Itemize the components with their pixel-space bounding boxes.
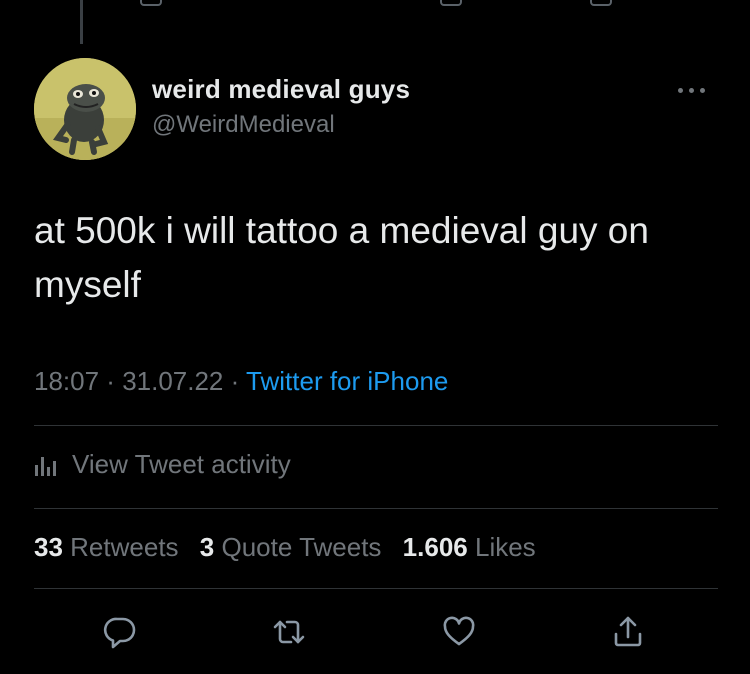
quote-tweets-label: Quote Tweets <box>221 532 382 562</box>
view-tweet-activity-button[interactable]: View Tweet activity <box>34 444 291 484</box>
share-button[interactable] <box>606 610 650 654</box>
tweet-text: at 500k i will tattoo a medieval guy on … <box>34 210 649 305</box>
share-icon <box>614 616 642 647</box>
meta-separator: · <box>99 366 123 396</box>
like-icon <box>443 616 475 646</box>
divider <box>34 508 718 509</box>
divider <box>34 588 718 589</box>
retweet-button[interactable] <box>267 610 311 654</box>
quote-tweets-stat[interactable]: 3 Quote Tweets <box>200 532 382 562</box>
tweet-meta: 18:07 · 31.07.22 · Twitter for iPhone <box>34 366 448 397</box>
likes-stat[interactable]: 1.606 Likes <box>403 532 536 562</box>
quote-tweets-count: 3 <box>199 532 215 562</box>
likes-label: Likes <box>474 532 536 562</box>
reply-icon <box>103 617 136 649</box>
profile-handle[interactable]: @WeirdMedieval <box>152 111 335 139</box>
dot-icon <box>700 88 705 93</box>
partial-like-icon <box>440 0 462 6</box>
medieval-frog-avatar-icon <box>34 58 136 160</box>
retweets-label: Retweets <box>70 532 179 562</box>
profile-name[interactable]: weird medieval guys <box>152 74 410 105</box>
partial-reply-icon <box>140 0 162 6</box>
more-options-button[interactable] <box>678 84 714 96</box>
analytics-icon <box>35 457 56 476</box>
dot-icon <box>678 88 683 93</box>
view-tweet-activity-label: View Tweet activity <box>72 448 291 479</box>
retweets-stat[interactable]: 33 Retweets <box>34 532 179 562</box>
avatar[interactable] <box>34 58 136 160</box>
tweet-actions-bar <box>0 610 750 654</box>
reply-button[interactable] <box>98 610 142 654</box>
divider <box>34 425 718 426</box>
dot-icon <box>689 88 694 93</box>
thread-connector-line <box>80 0 83 44</box>
previous-tweet-actions <box>0 0 750 6</box>
tweet-stats: 33 Retweets 3 Quote Tweets 1.606 Likes <box>34 532 550 563</box>
likes-count: 1.606 <box>402 532 468 562</box>
partial-share-icon <box>590 0 612 6</box>
tweet-date[interactable]: 31.07.22 <box>122 366 223 396</box>
retweet-icon <box>273 620 305 644</box>
like-button[interactable] <box>437 610 481 654</box>
tweet-source[interactable]: Twitter for iPhone <box>246 366 448 396</box>
retweets-count: 33 <box>34 532 63 562</box>
meta-separator: · <box>223 366 247 396</box>
tweet-time[interactable]: 18:07 <box>34 366 99 396</box>
